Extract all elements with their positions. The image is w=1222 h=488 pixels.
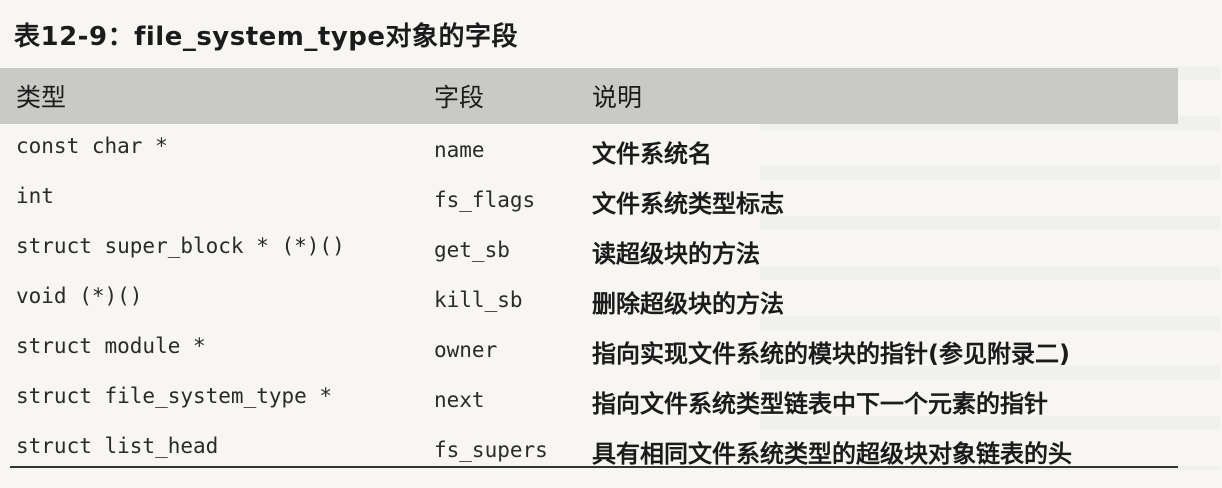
table-header bbox=[0, 68, 1178, 124]
cell-type: struct file_system_type * bbox=[16, 384, 333, 408]
cell-field: get_sb bbox=[434, 238, 510, 262]
cell-type: int bbox=[16, 184, 54, 208]
cell-description: 删除超级块的方法 bbox=[592, 290, 784, 318]
cell-description: 文件系统名 bbox=[592, 140, 712, 168]
cell-type: void (*)() bbox=[16, 284, 143, 308]
table-row: void (*)() kill_sb 删除超级块的方法 bbox=[0, 274, 1222, 324]
table-row: const char * name 文件系统名 bbox=[0, 124, 1222, 174]
cell-field: owner bbox=[434, 338, 498, 362]
table-title: 表12-9：file_system_type对象的字段 bbox=[14, 22, 519, 52]
cell-field: next bbox=[434, 388, 485, 412]
column-header-type: 类型 bbox=[16, 83, 67, 112]
column-header-field: 字段 bbox=[434, 83, 485, 112]
table-row: struct module * owner 指向实现文件系统的模块的指针(参见附… bbox=[0, 324, 1222, 374]
cell-description: 文件系统类型标志 bbox=[592, 190, 784, 218]
table-row: struct super_block * (*)() get_sb 读超级块的方… bbox=[0, 224, 1222, 274]
cell-description: 读超级块的方法 bbox=[592, 240, 760, 268]
table-bottom-rule bbox=[10, 466, 1178, 468]
cell-field: kill_sb bbox=[434, 288, 523, 312]
cell-description: 指向文件系统类型链表中下一个元素的指针 bbox=[592, 390, 1048, 418]
table-row: int fs_flags 文件系统类型标志 bbox=[0, 174, 1222, 224]
cell-field: fs_supers bbox=[434, 438, 548, 462]
cell-type: struct list_head bbox=[16, 434, 219, 458]
table-row: struct file_system_type * next 指向文件系统类型链… bbox=[0, 374, 1222, 424]
cell-description: 指向实现文件系统的模块的指针(参见附录二) bbox=[592, 340, 1070, 368]
cell-field: fs_flags bbox=[434, 188, 536, 212]
cell-field: name bbox=[434, 138, 485, 162]
cell-type: struct module * bbox=[16, 334, 206, 358]
cell-description: 具有相同文件系统类型的超级块对象链表的头 bbox=[592, 440, 1072, 468]
column-header-description: 说明 bbox=[592, 83, 643, 112]
cell-type: struct super_block * (*)() bbox=[16, 234, 345, 258]
cell-type: const char * bbox=[16, 134, 168, 158]
